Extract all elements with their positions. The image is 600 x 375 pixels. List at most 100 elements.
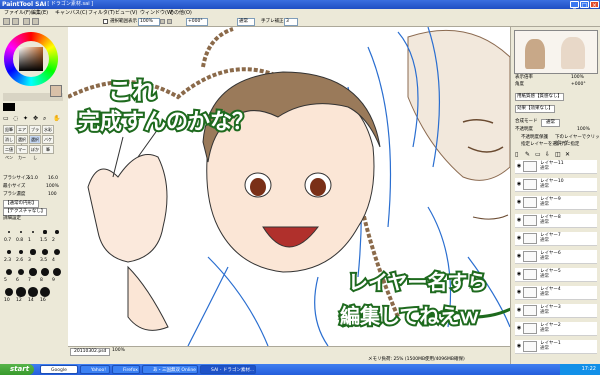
canvas[interactable]: これ 完成すんのかな？ レイヤー名すら 編集してねえｗ (68, 27, 510, 346)
tool-brush[interactable]: ブラシ (29, 125, 41, 140)
tool-bucket[interactable]: バケツ (42, 135, 54, 150)
hand-icon[interactable]: ✋ (53, 115, 60, 122)
brush-size-option[interactable]: 1 (27, 225, 39, 245)
tool-airbrush[interactable]: エアブラシ (16, 125, 28, 148)
eye-icon[interactable]: ◉ (516, 216, 522, 225)
tool-blur[interactable]: ぼかし (29, 145, 41, 160)
opacity-value[interactable]: 100% (577, 127, 590, 133)
task-google[interactable]: Google (40, 365, 78, 374)
brush-size-option[interactable]: 4 (51, 245, 63, 265)
angle-field[interactable]: +000° (186, 18, 208, 26)
layer-row[interactable]: ◉ レイヤー7 通常 (515, 232, 597, 246)
eye-icon[interactable]: ◉ (516, 342, 522, 351)
color-wheel[interactable] (4, 32, 58, 86)
zoom-out-icon[interactable] (160, 19, 165, 24)
task-game[interactable]: あ・三国無双 Online (142, 365, 198, 374)
brush-size-option[interactable]: 7 (27, 265, 39, 285)
nav-angle-value[interactable]: +000° (571, 82, 586, 88)
brush-size-option[interactable]: 5 (3, 265, 15, 285)
eye-icon[interactable]: ◉ (516, 306, 522, 315)
move-icon[interactable]: ✥ (33, 115, 38, 122)
brush-size-option[interactable]: 10 (3, 285, 15, 305)
brush-size-option[interactable]: 9 (51, 265, 63, 285)
clear-layer-icon[interactable]: ◫ (555, 151, 561, 158)
zoom-field[interactable]: 100% (138, 18, 160, 26)
brush-size-value[interactable]: 16.0 (48, 176, 58, 182)
undo-icon[interactable] (3, 18, 10, 25)
layer-row[interactable]: ◉ レイヤー5 通常 (515, 268, 597, 282)
new-linework-icon[interactable]: ✎ (525, 151, 530, 158)
eye-icon[interactable]: ◉ (516, 162, 522, 171)
menu-other[interactable]: その他(O) (167, 9, 194, 17)
brush-size-multiplier[interactable]: x1.0 (28, 176, 38, 182)
new-folder-icon[interactable]: ▭ (535, 151, 541, 158)
layer-row[interactable]: ◉ レイヤー9 通常 (515, 196, 597, 210)
layer-row[interactable]: ◉ レイヤー6 通常 (515, 250, 597, 264)
redo-icon[interactable] (12, 18, 19, 25)
brush-size-option[interactable]: 2.6 (15, 245, 27, 265)
blend-mode-select[interactable]: 通常 (541, 119, 560, 127)
brush-size-option[interactable]: 2 (51, 225, 63, 245)
brush-size-option[interactable]: 16 (39, 285, 51, 305)
magic-wand-icon[interactable]: ✦ (23, 115, 28, 122)
layer-row[interactable]: ◉ レイヤー4 通常 (515, 286, 597, 300)
maximize-icon[interactable]: □ (580, 1, 589, 9)
start-button[interactable]: start (0, 364, 34, 375)
zoom-icon[interactable]: ⌕ (43, 115, 46, 123)
tool-select-eraser[interactable]: 選択消し (29, 135, 41, 150)
menu-edit[interactable]: 編集(E) (29, 9, 50, 17)
navigator-preview[interactable] (514, 30, 598, 74)
eye-icon[interactable]: ◉ (516, 324, 522, 333)
lasso-icon[interactable]: ◌ (13, 115, 18, 122)
delete-layer-icon[interactable]: ✕ (565, 151, 570, 158)
brush-shape-select[interactable]: 【通常の円形】 (3, 200, 39, 208)
paper-texture-select[interactable]: 用紙質感【質感なし】 (515, 93, 564, 101)
brush-size-option[interactable]: 2.3 (3, 245, 15, 265)
eye-icon[interactable]: ◉ (516, 270, 522, 279)
layer-row[interactable]: ◉ レイヤー1 通常 (515, 340, 597, 354)
tool-marker[interactable]: マーカー (16, 145, 28, 160)
layer-row[interactable]: ◉ レイヤー2 通常 (515, 322, 597, 336)
brush-size-option[interactable]: 12 (15, 285, 27, 305)
brush-texture-select[interactable]: 【テクスチャなし】 (3, 208, 48, 216)
tool-pencil[interactable]: 鉛筆 (3, 125, 15, 134)
tool-fude[interactable]: 筆 (42, 145, 54, 154)
menu-view[interactable]: ビュー(V) (113, 9, 139, 17)
nav-zoom-value[interactable]: 100% (571, 75, 584, 81)
close-icon[interactable]: × (590, 1, 599, 9)
layer-row[interactable]: ◉ レイヤー3 通常 (515, 304, 597, 318)
layer-row[interactable]: ◉ レイヤー10 通常 (515, 178, 597, 192)
brush-size-option[interactable]: 8 (39, 265, 51, 285)
eye-icon[interactable]: ◉ (516, 234, 522, 243)
tool-binary-pen[interactable]: 二値ペン (3, 145, 15, 160)
color-square[interactable] (19, 47, 43, 71)
brush-size-option[interactable]: 0.7 (3, 225, 15, 245)
eye-icon[interactable]: ◉ (516, 198, 522, 207)
eye-icon[interactable]: ◉ (516, 180, 522, 189)
minimize-icon[interactable]: _ (570, 1, 579, 9)
tool-select-pen[interactable]: 選択ペン (16, 135, 28, 150)
brush-size-option[interactable]: 1.5 (39, 225, 51, 245)
tool-watercolor[interactable]: 水彩 (42, 125, 54, 134)
opacity-protect-checkbox[interactable]: 不透明度保護 (521, 135, 548, 141)
brush-size-option[interactable]: 3.5 (39, 245, 51, 265)
eye-icon[interactable]: ◉ (516, 252, 522, 261)
layer-row[interactable]: ◉ レイヤー11 通常 (515, 160, 597, 174)
effect-select[interactable]: 効果【効果なし】 (515, 105, 555, 113)
task-firefox[interactable]: Firefox (112, 365, 140, 374)
secondary-color-swatch[interactable] (50, 85, 62, 97)
tool-eraser[interactable]: 消しゴム (3, 135, 15, 150)
select-icon[interactable]: ▭ (3, 115, 9, 122)
brush-density-value[interactable]: 100 (48, 192, 57, 198)
brush-size-option[interactable]: 3 (27, 245, 39, 265)
task-sai[interactable]: SAI - ドラゴン素材... (200, 365, 256, 374)
eye-icon[interactable]: ◉ (516, 288, 522, 297)
min-size-value[interactable]: 100% (46, 184, 59, 190)
selection-display-checkbox[interactable] (103, 19, 108, 24)
brush-size-option[interactable]: 6 (15, 265, 27, 285)
invert-selection-icon[interactable] (32, 18, 39, 25)
selection-source-checkbox[interactable]: 指定レイヤーを選択元に指定 (521, 142, 579, 148)
deselect-icon[interactable] (23, 18, 30, 25)
merge-down-icon[interactable]: ⇩ (545, 151, 550, 158)
brush-size-option[interactable]: 14 (27, 285, 39, 305)
